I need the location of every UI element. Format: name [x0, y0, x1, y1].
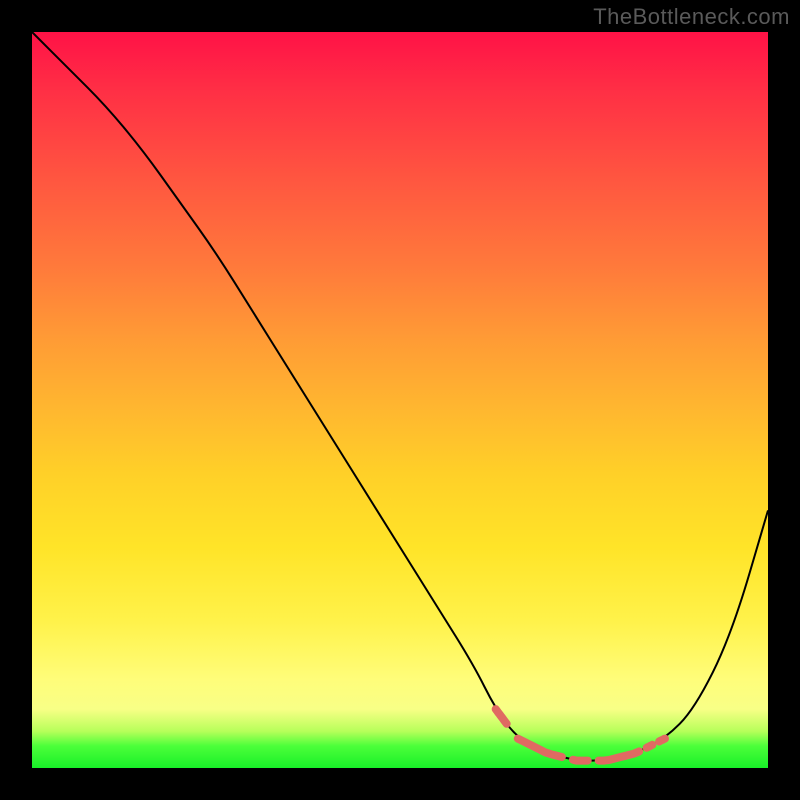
watermark-text: TheBottleneck.com [593, 4, 790, 30]
bottleneck-curve [32, 32, 768, 761]
sweet-spot-segment [496, 709, 507, 724]
sweet-spot-segment [518, 739, 562, 757]
plot-area [32, 32, 768, 768]
chart-svg [32, 32, 768, 768]
sweet-spot-segment [599, 751, 640, 760]
sweet-spot-segment [647, 745, 653, 748]
sweet-spot-segment [659, 739, 665, 742]
sweet-spot-group [496, 709, 665, 761]
sweet-spot-segment [573, 760, 588, 761]
chart-frame: TheBottleneck.com [0, 0, 800, 800]
